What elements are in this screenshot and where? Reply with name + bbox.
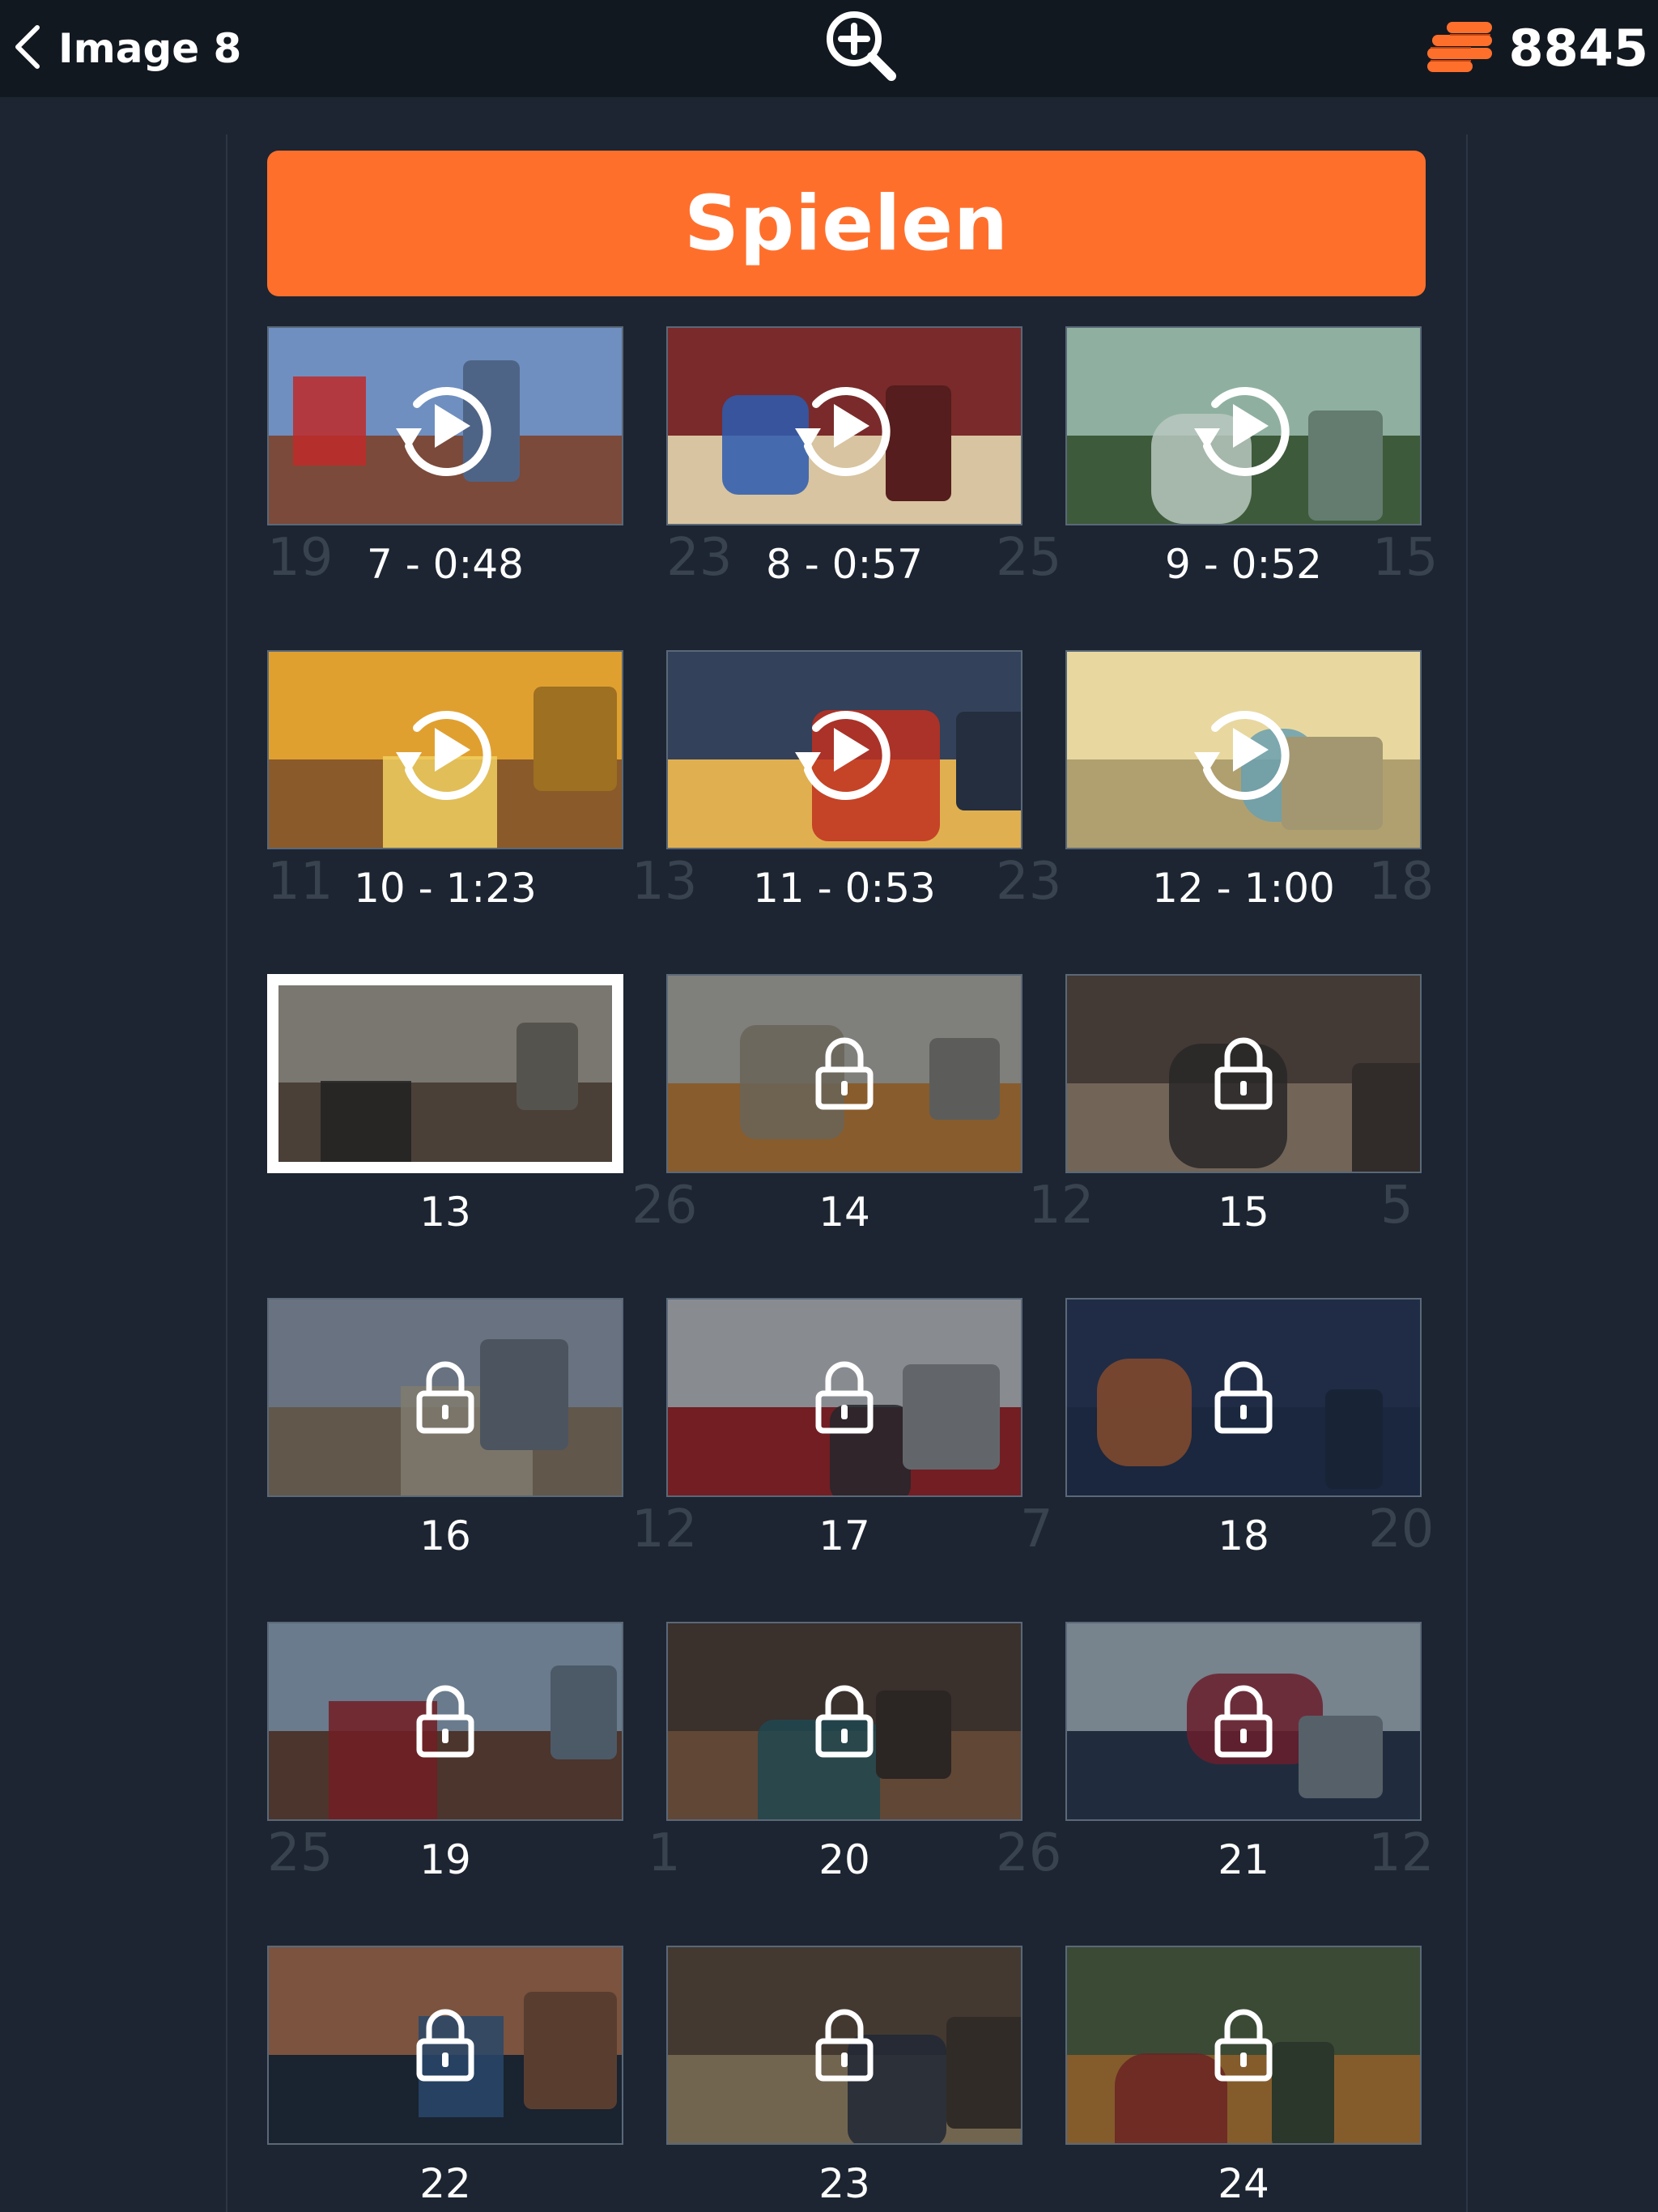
level-tile[interactable] [1065, 1298, 1422, 1497]
lock-icon [416, 1361, 474, 1434]
lock-icon [1214, 2009, 1273, 2082]
lock-icon [815, 1685, 874, 1758]
level-thumbnail [267, 974, 623, 1173]
background-number: 7 [1020, 1499, 1053, 1559]
level-label: 7 - 0:48 [367, 541, 524, 588]
lock-icon [416, 2009, 474, 2082]
level-tile[interactable] [1065, 326, 1422, 525]
level-label: 18 [1218, 1512, 1269, 1559]
level-tile[interactable] [1065, 650, 1422, 849]
replay-icon[interactable] [385, 365, 506, 487]
level-grid: 12 26 1 25 20 7 12 5 12 26 18 23 13 11 15 25 23 19 7 - 0:4… [0, 0, 1658, 2212]
level-label: 11 - 0:53 [753, 865, 936, 912]
level-label: 21 [1218, 1836, 1269, 1883]
level-label: 14 [818, 1189, 870, 1236]
level-tile[interactable] [267, 326, 623, 525]
level-tile[interactable] [267, 650, 623, 849]
replay-icon[interactable] [784, 365, 905, 487]
level-label: 23 [818, 2160, 870, 2207]
level-label: 15 [1218, 1189, 1269, 1236]
level-label: 17 [818, 1512, 870, 1559]
level-tile[interactable] [666, 1946, 1022, 2145]
lock-icon [1214, 1037, 1273, 1110]
level-tile[interactable] [267, 1622, 623, 1821]
replay-icon[interactable] [385, 689, 506, 810]
lock-icon [815, 1037, 874, 1110]
replay-icon[interactable] [784, 689, 905, 810]
level-label: 16 [419, 1512, 471, 1559]
lock-icon [1214, 1361, 1273, 1434]
level-tile[interactable] [666, 650, 1022, 849]
level-tile[interactable] [666, 1622, 1022, 1821]
level-tile[interactable] [666, 974, 1022, 1173]
level-tile[interactable] [267, 1946, 623, 2145]
lock-icon [815, 1361, 874, 1434]
level-tile[interactable] [1065, 974, 1422, 1173]
level-label: 8 - 0:57 [766, 541, 923, 588]
replay-icon[interactable] [1183, 689, 1304, 810]
level-label: 19 [419, 1836, 471, 1883]
level-label: 20 [818, 1836, 870, 1883]
replay-icon[interactable] [1183, 365, 1304, 487]
level-label: 13 [419, 1189, 471, 1236]
level-tile[interactable] [267, 974, 623, 1173]
lock-icon [815, 2009, 874, 2082]
level-label: 24 [1218, 2160, 1269, 2207]
lock-icon [1214, 1685, 1273, 1758]
level-label: 22 [419, 2160, 471, 2207]
level-tile[interactable] [666, 1298, 1022, 1497]
level-tile[interactable] [666, 326, 1022, 525]
level-tile[interactable] [1065, 1946, 1422, 2145]
lock-icon [416, 1685, 474, 1758]
level-label: 10 - 1:23 [354, 865, 537, 912]
level-label: 12 - 1:00 [1152, 865, 1335, 912]
level-tile[interactable] [1065, 1622, 1422, 1821]
level-tile[interactable] [267, 1298, 623, 1497]
level-label: 9 - 0:52 [1165, 541, 1322, 588]
